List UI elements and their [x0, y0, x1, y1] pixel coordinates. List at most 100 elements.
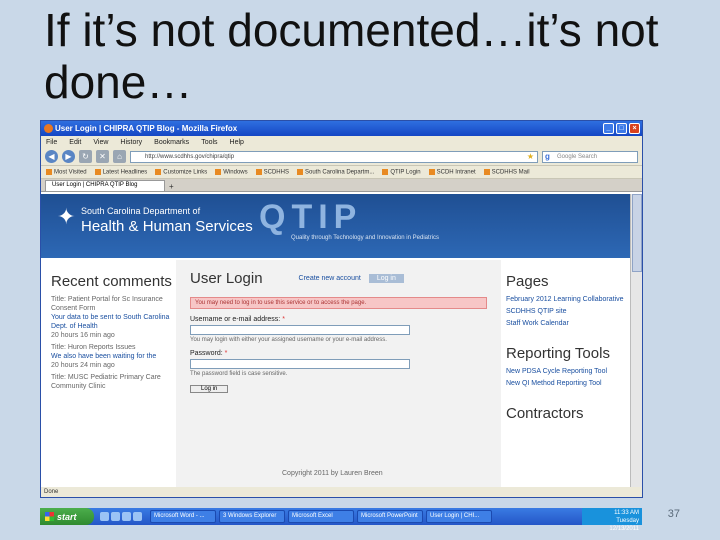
windows-flag-icon — [45, 512, 54, 521]
site-banner: ✦ South Carolina Department of Health & … — [41, 194, 631, 258]
comment-title: Title: MUSC Pediatric Primary Care Commu… — [51, 374, 161, 390]
back-icon[interactable]: ◀ — [45, 150, 58, 163]
status-bar: Done — [41, 487, 642, 497]
page-link[interactable]: Staff Work Calendar — [506, 319, 631, 328]
reload-icon[interactable]: ↻ — [79, 150, 92, 163]
stop-icon[interactable]: ✕ — [96, 150, 109, 163]
contractors-title: Contractors — [506, 405, 584, 422]
tab-log-in[interactable]: Log in — [368, 274, 404, 283]
url-text: http://www.scdhhs.gov/chipra/qtip — [145, 153, 235, 160]
recent-comments-block: Recent comments Title: Patient Portal fo… — [51, 272, 179, 391]
access-alert: You may need to log in to use this servi… — [190, 297, 487, 309]
menu-tools[interactable]: Tools — [201, 139, 217, 146]
dhhs-logo-icon: ✦ — [57, 204, 76, 229]
start-button[interactable]: start — [40, 508, 94, 525]
menu-edit[interactable]: Edit — [69, 139, 81, 146]
qtip-tagline: Quality through Technology and Innovatio… — [291, 235, 439, 241]
create-account-link[interactable]: Create new account — [299, 275, 361, 282]
tab-user-login[interactable]: User Login | CHIPRA QTIP Blog — [45, 180, 165, 191]
page-scrollbar[interactable] — [630, 194, 642, 488]
forward-icon[interactable]: ▶ — [62, 150, 75, 163]
bookmark-item[interactable]: SCDH Intranet — [429, 169, 476, 175]
pages-title: Pages — [506, 273, 549, 290]
comment-link[interactable]: We also have been waiting for the — [51, 353, 156, 360]
bookmark-item[interactable]: Windows — [215, 169, 247, 175]
system-tray: 11:33 AM Tuesday 12/13/2011 — [582, 508, 642, 532]
menu-bookmarks[interactable]: Bookmarks — [154, 139, 189, 146]
dept-name-line1: South Carolina Department of — [81, 206, 201, 216]
quick-launch — [100, 512, 142, 521]
search-placeholder: Google Search — [557, 153, 598, 160]
page-link[interactable]: February 2012 Learning Collaborative — [506, 295, 631, 304]
bookmark-item[interactable]: Most Visited — [46, 169, 87, 175]
quick-launch-icon[interactable] — [133, 512, 142, 521]
tab-bar: User Login | CHIPRA QTIP Blog + — [41, 179, 642, 192]
quick-launch-icon[interactable] — [111, 512, 120, 521]
taskbar-button[interactable]: Microsoft Word - ... — [150, 510, 216, 523]
firefox-icon — [44, 124, 53, 133]
scroll-thumb[interactable] — [632, 194, 642, 272]
search-input[interactable]: g Google Search — [542, 150, 638, 163]
url-bar[interactable]: http://www.scdhhs.gov/chipra/qtip ★ — [130, 150, 538, 163]
clock[interactable]: 11:33 AM — [585, 509, 639, 517]
dept-name-line2: Health & Human Services — [81, 218, 253, 235]
clock-date: 12/13/2011 — [609, 526, 639, 532]
bookmark-item[interactable]: SCDHHS — [256, 169, 289, 175]
qtip-logo: QTIP — [259, 198, 363, 236]
recent-comments-title: Recent comments — [51, 273, 172, 290]
username-hint: You may login with either your assigned … — [190, 337, 387, 343]
slide-page-number: 37 — [667, 508, 680, 520]
comment-title: Title: Patient Portal for Sc Insurance C… — [51, 296, 163, 312]
maximize-icon[interactable]: □ — [616, 123, 627, 134]
bookmark-item[interactable]: QTIP Login — [382, 169, 420, 175]
reporting-tools-title: Reporting Tools — [506, 345, 610, 362]
nav-toolbar: ◀ ▶ ↻ ✕ ⌂ http://www.scdhhs.gov/chipra/q… — [41, 148, 642, 166]
reporting-link[interactable]: New QI Method Reporting Tool — [506, 379, 631, 388]
minimize-icon[interactable]: _ — [603, 123, 614, 134]
bookmark-item[interactable]: South Carolina Departm... — [297, 169, 374, 175]
bookmark-item[interactable]: Latest Headlines — [95, 169, 148, 175]
bookmark-item[interactable]: SCDHHS Mail — [484, 169, 530, 175]
menu-file[interactable]: File — [46, 139, 57, 146]
clock-day: Tuesday — [616, 518, 639, 524]
quick-launch-icon[interactable] — [100, 512, 109, 521]
google-icon: g — [545, 151, 550, 161]
menu-help[interactable]: Help — [230, 139, 244, 146]
close-icon[interactable]: × — [629, 123, 640, 134]
password-label: Password: * — [190, 350, 228, 357]
login-button[interactable]: Log in — [190, 385, 229, 393]
taskbar-button[interactable]: User Login | CHI... — [426, 510, 492, 523]
username-label: Username or e-mail address: * — [190, 316, 285, 323]
bookmarks-toolbar: Most Visited Latest Headlines Customize … — [41, 166, 642, 179]
new-tab-icon[interactable]: + — [169, 182, 174, 191]
password-field[interactable] — [190, 359, 410, 369]
menu-bar: File Edit View History Bookmarks Tools H… — [41, 136, 642, 148]
taskbar-button[interactable]: 3 Windows Explorer — [219, 510, 285, 523]
taskbar-button[interactable]: Microsoft Excel — [288, 510, 354, 523]
page-link[interactable]: SCDHHS QTIP site — [506, 307, 631, 316]
password-hint: The password field is case sensitive. — [190, 371, 288, 377]
window-title: User Login | CHIPRA QTIP Blog - Mozilla … — [55, 124, 238, 133]
username-field[interactable] — [190, 325, 410, 335]
comment-item: Title: Patient Portal for Sc Insurance C… — [51, 295, 179, 340]
window-titlebar[interactable]: User Login | CHIPRA QTIP Blog - Mozilla … — [41, 121, 642, 136]
taskbar-button[interactable]: Microsoft PowerPoint — [357, 510, 423, 523]
sidebar-right: Pages February 2012 Learning Collaborati… — [506, 272, 631, 424]
home-icon[interactable]: ⌂ — [113, 150, 126, 163]
browser-window: User Login | CHIPRA QTIP Blog - Mozilla … — [40, 120, 643, 498]
menu-view[interactable]: View — [93, 139, 108, 146]
comment-time: 20 hours 24 min ago — [51, 362, 115, 369]
menu-history[interactable]: History — [120, 139, 142, 146]
login-heading: User Login — [190, 270, 263, 287]
quick-launch-icon[interactable] — [122, 512, 131, 521]
bookmark-star-icon[interactable]: ★ — [527, 152, 534, 162]
web-page: ✦ South Carolina Department of Health & … — [41, 194, 631, 488]
comment-item: Title: Huron Reports Issues We also have… — [51, 343, 179, 370]
comment-link[interactable]: Your data to be sent to South Carolina D… — [51, 314, 169, 330]
reporting-link[interactable]: New PDSA Cycle Reporting Tool — [506, 367, 631, 376]
comment-title: Title: Huron Reports Issues — [51, 344, 136, 351]
comment-item: Title: MUSC Pediatric Primary Care Commu… — [51, 373, 179, 391]
windows-taskbar: start Microsoft Word - ... 3 Windows Exp… — [40, 508, 642, 532]
bookmark-item[interactable]: Customize Links — [155, 169, 207, 175]
slide-title: If it’s not documented…it’s not done… — [44, 4, 659, 108]
